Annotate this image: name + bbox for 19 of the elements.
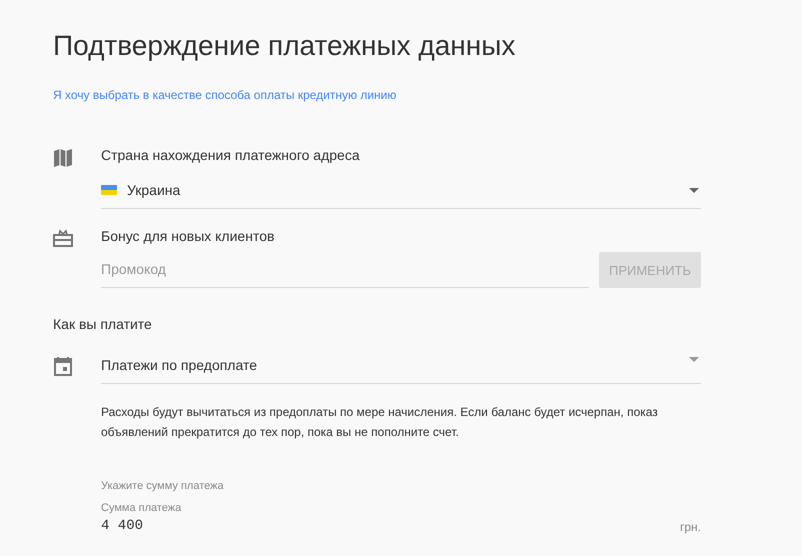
description-text: Расходы будут вычитаться из предоплаты по мере начисления. Если баланс будет исчерпан, показ объявлений прекратится до тех пор, пока вы не пополните счет.	[101, 404, 659, 441]
payment-method-select[interactable]: Платежи по предоплате	[101, 354, 701, 384]
amount-hint: Укажите сумму платежа	[101, 480, 225, 492]
promo-code-field[interactable]: Промокод	[101, 251, 589, 288]
field-label: Бонус для новых клиентов	[101, 227, 276, 245]
caret-icon	[689, 357, 699, 362]
gift-card-icon	[53, 229, 73, 249]
amount-value: 4 400	[101, 518, 144, 534]
calendar-icon	[53, 356, 73, 376]
amount-field[interactable]: Сумма платежа 4 400 грн.	[101, 502, 701, 534]
amount-label: Сумма платежа	[101, 502, 182, 514]
currency-label: грн.	[680, 520, 701, 534]
map-icon	[53, 148, 73, 168]
field-label: Страна нахождения платежного адреса	[101, 146, 361, 164]
country-select[interactable]: Украина	[101, 172, 701, 209]
page-title: Подтверждение платежных данных	[53, 29, 516, 63]
flag-icon	[101, 185, 117, 195]
caret-icon	[689, 188, 699, 192]
section-heading: Как вы платите	[53, 316, 153, 332]
